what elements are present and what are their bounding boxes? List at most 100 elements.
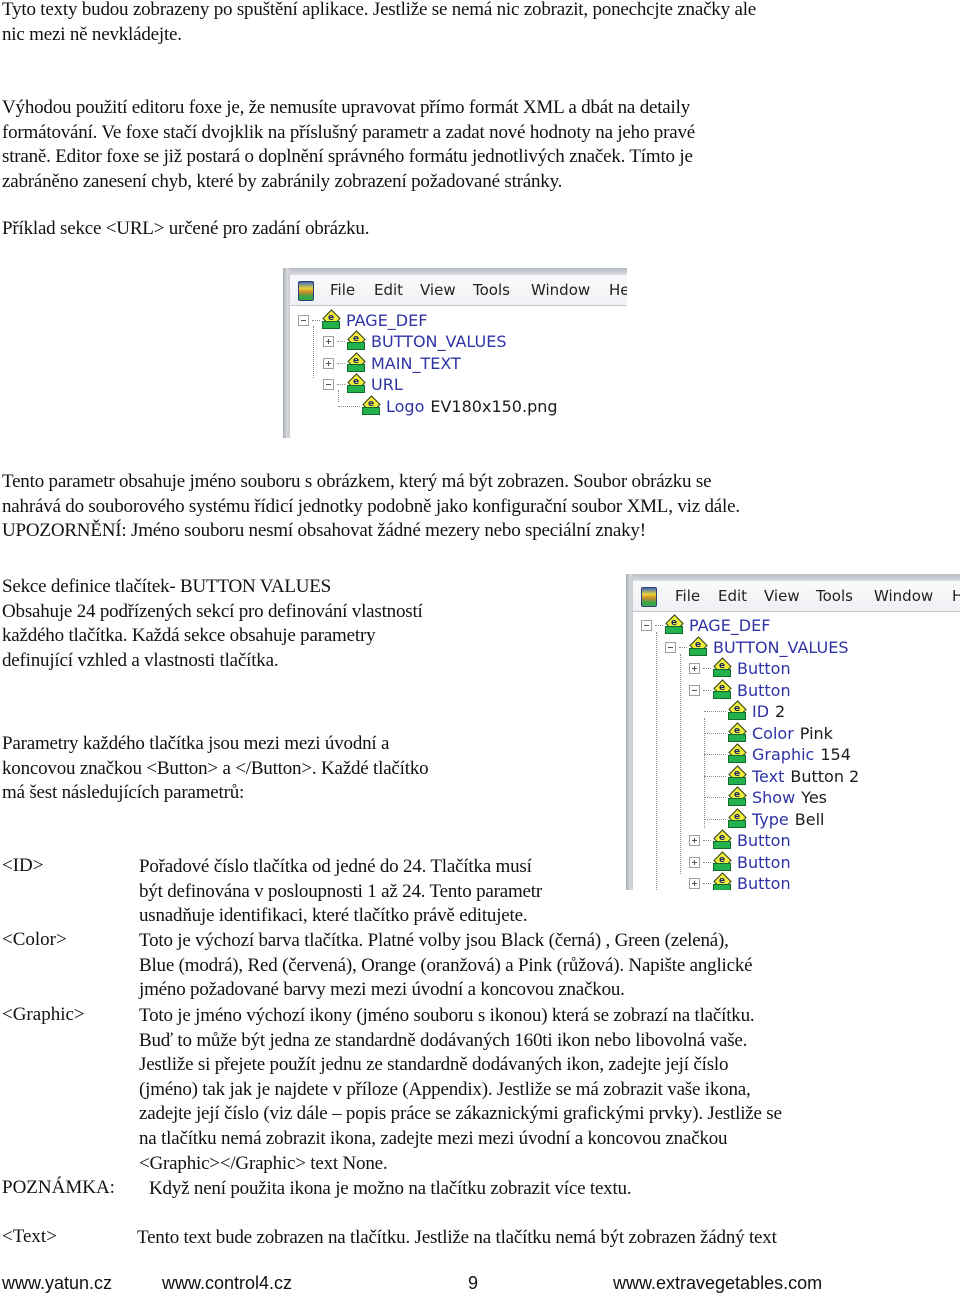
xml-element-icon: e	[712, 851, 732, 871]
node-value: Bell	[794, 810, 825, 829]
foxe-advantage-paragraph: Výhodou použití editoru foxe je, že nemu…	[2, 96, 695, 194]
menu-tools[interactable]: Tools	[473, 281, 510, 299]
xml-element-icon: e	[712, 829, 732, 849]
text-line: koncovou značkou <Button> a </Button>. K…	[2, 757, 429, 779]
tree-node[interactable]: e ID 2	[704, 700, 786, 722]
text-line: jméno požadované barvy mezi mezi úvodní …	[139, 979, 625, 1001]
menu-edit[interactable]: Edit	[718, 587, 747, 605]
tree-node[interactable]: e PAGE_DEF	[641, 614, 771, 636]
expand-icon[interactable]	[323, 358, 334, 369]
window-frame	[283, 268, 627, 275]
tree-node[interactable]: e Button	[689, 829, 791, 851]
xml-element-icon: e	[727, 808, 747, 828]
node-tag: URL	[371, 375, 403, 394]
foxe-screenshot-url: File Edit View Tools Window He e PAGE_DE…	[283, 268, 627, 438]
text-line: UPOZORNĚNÍ: Jméno souboru nesmí obsahova…	[2, 520, 646, 542]
xml-element-icon: e	[727, 722, 747, 742]
collapse-icon[interactable]	[641, 620, 652, 631]
section-heading: Sekce definice tlačítek- BUTTON VALUES	[2, 576, 332, 597]
expand-icon[interactable]	[689, 835, 700, 846]
button-section-paragraph: Sekce definice tlačítek- BUTTON VALUES O…	[2, 575, 423, 673]
node-tag: PAGE_DEF	[689, 616, 771, 635]
menu-edit[interactable]: Edit	[374, 281, 403, 299]
window-frame	[626, 574, 960, 581]
tree-node[interactable]: e Button	[689, 851, 791, 873]
node-value: Yes	[801, 788, 827, 807]
tree-node[interactable]: e MAIN_TEXT	[323, 352, 461, 374]
text-line: <Graphic></Graphic> text None.	[139, 1152, 388, 1174]
collapse-icon[interactable]	[323, 379, 334, 390]
xml-tree: e PAGE_DEF e BUTTON_VALUES e MAIN_TEXT e…	[290, 306, 627, 438]
node-tag: Logo	[386, 397, 425, 416]
node-value: 2	[775, 702, 786, 721]
menu-help[interactable]: H	[952, 587, 960, 605]
node-value: EV180x150.png	[430, 397, 558, 416]
foxe-app-icon	[641, 587, 657, 607]
menu-window[interactable]: Window	[874, 587, 933, 605]
text-line: má šest následujících parametrů:	[2, 782, 245, 804]
menu-window[interactable]: Window	[531, 281, 590, 299]
footer-link-yatun[interactable]: www.yatun.cz	[2, 1273, 112, 1294]
menu-view[interactable]: View	[420, 281, 456, 299]
text-line: každého tlačítka. Každá sekce obsahuje p…	[2, 625, 376, 647]
text-line: nic mezi ně nevkládejte.	[2, 23, 182, 45]
node-tag: Show	[752, 788, 796, 807]
node-tag: Type	[752, 810, 789, 829]
foxe-app-icon	[298, 281, 314, 301]
text-line: Tyto texty budou zobrazeny po spuštění a…	[2, 0, 757, 20]
menu-bar: File Edit View Tools Window He	[290, 275, 627, 306]
tree-node[interactable]: e PAGE_DEF	[298, 309, 428, 331]
foxe-screenshot-button-values: File Edit View Tools Window H e PAGE_DEF…	[626, 574, 960, 890]
menu-file[interactable]: File	[330, 281, 355, 299]
xml-element-icon: e	[727, 786, 747, 806]
tree-node[interactable]: e Logo EV180x150.png	[338, 395, 558, 417]
tree-node[interactable]: e BUTTON_VALUES	[323, 330, 507, 352]
param-def-color: Toto je výchozí barva tlačítka. Platné v…	[139, 929, 753, 1003]
collapse-icon[interactable]	[665, 642, 676, 653]
text-line: Toto je výchozí barva tlačítka. Platné v…	[139, 930, 729, 951]
tree-node[interactable]: e Type Bell	[704, 808, 825, 830]
tree-node[interactable]: e Graphic 154	[704, 743, 851, 765]
text-line: na tlačítku nemá zobrazit ikona, zadejte…	[139, 1127, 728, 1149]
xml-element-icon: e	[346, 373, 366, 393]
text-line: nahrává do souborového systému řídicí je…	[2, 495, 740, 517]
param-term-text: <Text>	[2, 1226, 57, 1247]
node-tag: PAGE_DEF	[346, 311, 428, 330]
tree-node[interactable]: e Text Button 2	[704, 765, 860, 787]
tree-node[interactable]: e URL	[323, 373, 403, 395]
node-tag: BUTTON_VALUES	[371, 332, 507, 351]
tree-node[interactable]: e Button	[689, 872, 791, 890]
xml-element-icon: e	[346, 330, 366, 350]
tree-node[interactable]: e Button	[689, 679, 791, 701]
text-line: (jméno) tak jak je najdete v příloze (Ap…	[139, 1078, 751, 1100]
node-tag: Button	[737, 659, 791, 678]
xml-element-icon: e	[712, 679, 732, 699]
tree-node[interactable]: e Show Yes	[704, 786, 827, 808]
footer-link-extravegetables[interactable]: www.extravegetables.com	[613, 1273, 822, 1294]
text-line: Pořadové číslo tlačítka od jedné do 24. …	[139, 856, 532, 877]
param-def-graphic: Toto je jméno výchozí ikony (jméno soubo…	[139, 1004, 782, 1176]
expand-icon[interactable]	[689, 663, 700, 674]
node-tag: Graphic	[752, 745, 815, 764]
tree-node[interactable]: e BUTTON_VALUES	[665, 636, 848, 658]
tree-node[interactable]: e Color Pink	[704, 722, 833, 744]
text-line: Výhodou použití editoru foxe je, že nemu…	[2, 97, 690, 118]
footer-link-control4[interactable]: www.control4.cz	[162, 1273, 292, 1294]
param-term-graphic: <Graphic>	[2, 1004, 85, 1025]
collapse-icon[interactable]	[298, 315, 309, 326]
tree-node[interactable]: e Button	[689, 657, 791, 679]
expand-icon[interactable]	[689, 857, 700, 868]
menu-help[interactable]: He	[609, 281, 627, 299]
expand-icon[interactable]	[689, 878, 700, 889]
node-value: Button 2	[790, 767, 860, 786]
menu-tools[interactable]: Tools	[816, 587, 853, 605]
node-tag: Button	[737, 853, 791, 872]
expand-icon[interactable]	[323, 336, 334, 347]
node-tag: Color	[752, 724, 794, 743]
text-line: definující vzhled a vlastnosti tlačítka.	[2, 649, 279, 671]
collapse-icon[interactable]	[689, 685, 700, 696]
menu-view[interactable]: View	[764, 587, 800, 605]
xml-element-icon: e	[688, 636, 708, 656]
text-line: zabráněno zanesení chyb, které by zabrán…	[2, 170, 563, 192]
menu-file[interactable]: File	[675, 587, 700, 605]
